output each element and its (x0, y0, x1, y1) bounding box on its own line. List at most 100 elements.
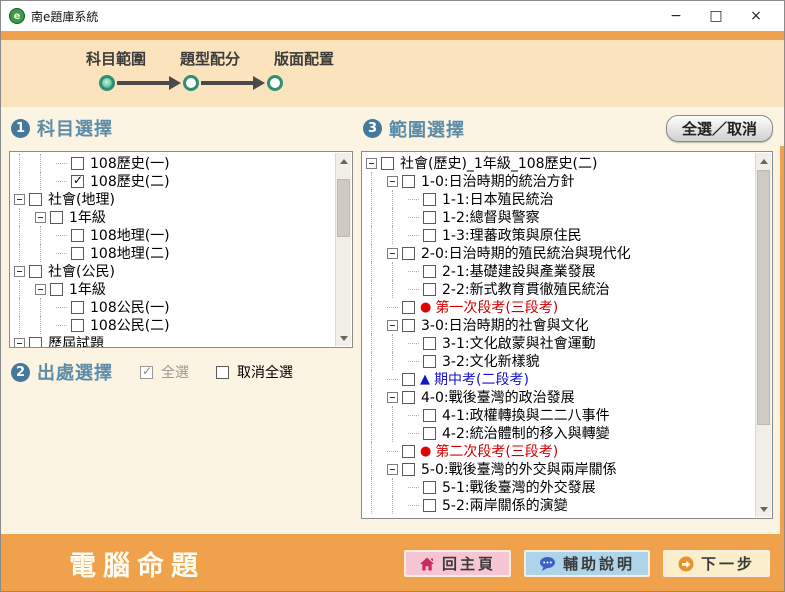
tree-item[interactable]: ●第一次段考(三段考) (366, 298, 752, 316)
scrollbar-thumb[interactable] (337, 179, 350, 237)
checkbox[interactable] (402, 301, 415, 314)
tree-item[interactable]: 1年級 (14, 208, 332, 226)
collapse-minus-icon[interactable] (14, 194, 25, 205)
tree-item[interactable]: 社會(地理) (14, 190, 332, 208)
collapse-minus-icon[interactable] (387, 248, 398, 259)
deselect-all-checkbox-group[interactable]: 取消全選 (215, 362, 293, 382)
checkbox[interactable] (423, 499, 436, 512)
checkbox[interactable] (423, 193, 436, 206)
checkbox[interactable] (402, 391, 415, 404)
checkbox[interactable] (402, 445, 415, 458)
right-accent-edge (780, 146, 784, 592)
tree-item[interactable]: 108公民(二) (14, 316, 332, 334)
tree-item[interactable]: 社會(公民) (14, 262, 332, 280)
collapse-minus-icon[interactable] (14, 266, 25, 277)
tree-item[interactable]: 1-3:理蕃政策與原住民 (366, 226, 752, 244)
checkbox[interactable] (71, 319, 84, 332)
scroll-down-icon[interactable] (756, 501, 772, 517)
checkbox[interactable] (423, 355, 436, 368)
scroll-up-icon[interactable] (336, 153, 352, 169)
tree-item[interactable]: ▲期中考(二段考) (366, 370, 752, 388)
tree-item[interactable]: 1-1:日本殖民統治 (366, 190, 752, 208)
checkbox[interactable] (71, 157, 84, 170)
tree-item[interactable]: 2-2:新式教育貫徹殖民統治 (366, 280, 752, 298)
checkbox[interactable] (71, 301, 84, 314)
checkbox[interactable] (29, 265, 42, 278)
tree-item[interactable]: 108歷史(一) (14, 154, 332, 172)
checkbox[interactable] (402, 463, 415, 476)
tree-item[interactable]: ●第二次段考(三段考) (366, 442, 752, 460)
tree-item[interactable]: 3-2:文化新樣貌 (366, 352, 752, 370)
tree-item[interactable]: 2-0:日治時期的殖民統治與現代化 (366, 244, 752, 262)
collapse-minus-icon[interactable] (14, 338, 25, 349)
select-all-checkbox[interactable] (140, 366, 153, 379)
checkbox[interactable] (50, 283, 63, 296)
tree-indent-guide (366, 442, 387, 460)
tree-item[interactable]: 108公民(一) (14, 298, 332, 316)
next-step-button[interactable]: 下一步 (663, 550, 770, 577)
tree-item[interactable]: 5-0:戰後臺灣的外交與兩岸關係 (366, 460, 752, 478)
checkbox[interactable] (402, 175, 415, 188)
checkbox[interactable] (402, 247, 415, 260)
checkbox[interactable] (423, 337, 436, 350)
tree-item[interactable]: 5-2:兩岸關係的演變 (366, 496, 752, 514)
step-number-2-icon: 2 (11, 363, 30, 382)
checkbox[interactable] (423, 265, 436, 278)
deselect-all-checkbox[interactable] (216, 366, 229, 379)
tree-item[interactable]: 社會(歷史)_1年級_108歷史(二) (366, 154, 752, 172)
window-title: 南e題庫系統 (31, 8, 98, 25)
tree-item[interactable]: 2-1:基礎建設與產業發展 (366, 262, 752, 280)
checkbox[interactable] (423, 283, 436, 296)
range-tree-scrollbar[interactable] (755, 153, 771, 517)
collapse-minus-icon[interactable] (366, 158, 377, 169)
select-toggle-button[interactable]: 全選／取消 (666, 115, 773, 142)
checkbox[interactable] (29, 193, 42, 206)
tree-item[interactable]: 4-2:統治體制的移入與轉變 (366, 424, 752, 442)
scroll-down-icon[interactable] (336, 330, 352, 346)
collapse-minus-icon[interactable] (35, 284, 46, 295)
checkbox[interactable] (423, 229, 436, 242)
tree-indent-guide (387, 496, 408, 514)
checkbox[interactable] (71, 247, 84, 260)
checkbox[interactable] (423, 211, 436, 224)
tree-item[interactable]: 4-1:政權轉換與二二八事件 (366, 406, 752, 424)
checkbox[interactable] (71, 229, 84, 242)
tree-item[interactable]: 108地理(二) (14, 244, 332, 262)
collapse-minus-icon[interactable] (387, 392, 398, 403)
checkbox[interactable] (381, 157, 394, 170)
checkbox[interactable] (423, 409, 436, 422)
collapse-minus-icon[interactable] (387, 320, 398, 331)
tree-item[interactable]: 4-0:戰後臺灣的政治發展 (366, 388, 752, 406)
tree-item[interactable]: 108地理(一) (14, 226, 332, 244)
tree-connector (56, 298, 70, 316)
close-button[interactable]: × (736, 2, 776, 30)
collapse-minus-icon[interactable] (387, 176, 398, 187)
checkbox[interactable] (423, 481, 436, 494)
tree-item[interactable]: 3-1:文化啟蒙與社會運動 (366, 334, 752, 352)
tree-item[interactable]: 1年級 (14, 280, 332, 298)
minimize-button[interactable]: − (656, 2, 696, 30)
scroll-up-icon[interactable] (756, 153, 772, 169)
tree-item[interactable]: 歷屆試題 (14, 334, 332, 348)
tree-item[interactable]: 5-1:戰後臺灣的外交發展 (366, 478, 752, 496)
checkbox[interactable] (402, 373, 415, 386)
maximize-button[interactable]: □ (696, 2, 736, 30)
red-circle-icon: ● (420, 445, 431, 458)
tree-item[interactable]: 108歷史(二) (14, 172, 332, 190)
checkbox[interactable] (71, 175, 84, 188)
tree-item[interactable]: 1-2:總督與警察 (366, 208, 752, 226)
collapse-minus-icon[interactable] (35, 212, 46, 223)
collapse-minus-icon[interactable] (387, 464, 398, 475)
wizard-step-band: 科目範圍 題型配分 版面配置 (1, 40, 784, 107)
select-all-checkbox-group[interactable]: 全選 (139, 362, 189, 382)
home-button[interactable]: 回主頁 (404, 550, 511, 577)
subject-tree-scrollbar[interactable] (335, 153, 351, 346)
tree-item[interactable]: 3-0:日治時期的社會與文化 (366, 316, 752, 334)
checkbox[interactable] (402, 319, 415, 332)
help-button[interactable]: 輔助說明 (524, 550, 650, 577)
checkbox[interactable] (29, 337, 42, 349)
checkbox[interactable] (423, 427, 436, 440)
tree-item[interactable]: 1-0:日治時期的統治方針 (366, 172, 752, 190)
scrollbar-thumb[interactable] (757, 170, 770, 425)
checkbox[interactable] (50, 211, 63, 224)
